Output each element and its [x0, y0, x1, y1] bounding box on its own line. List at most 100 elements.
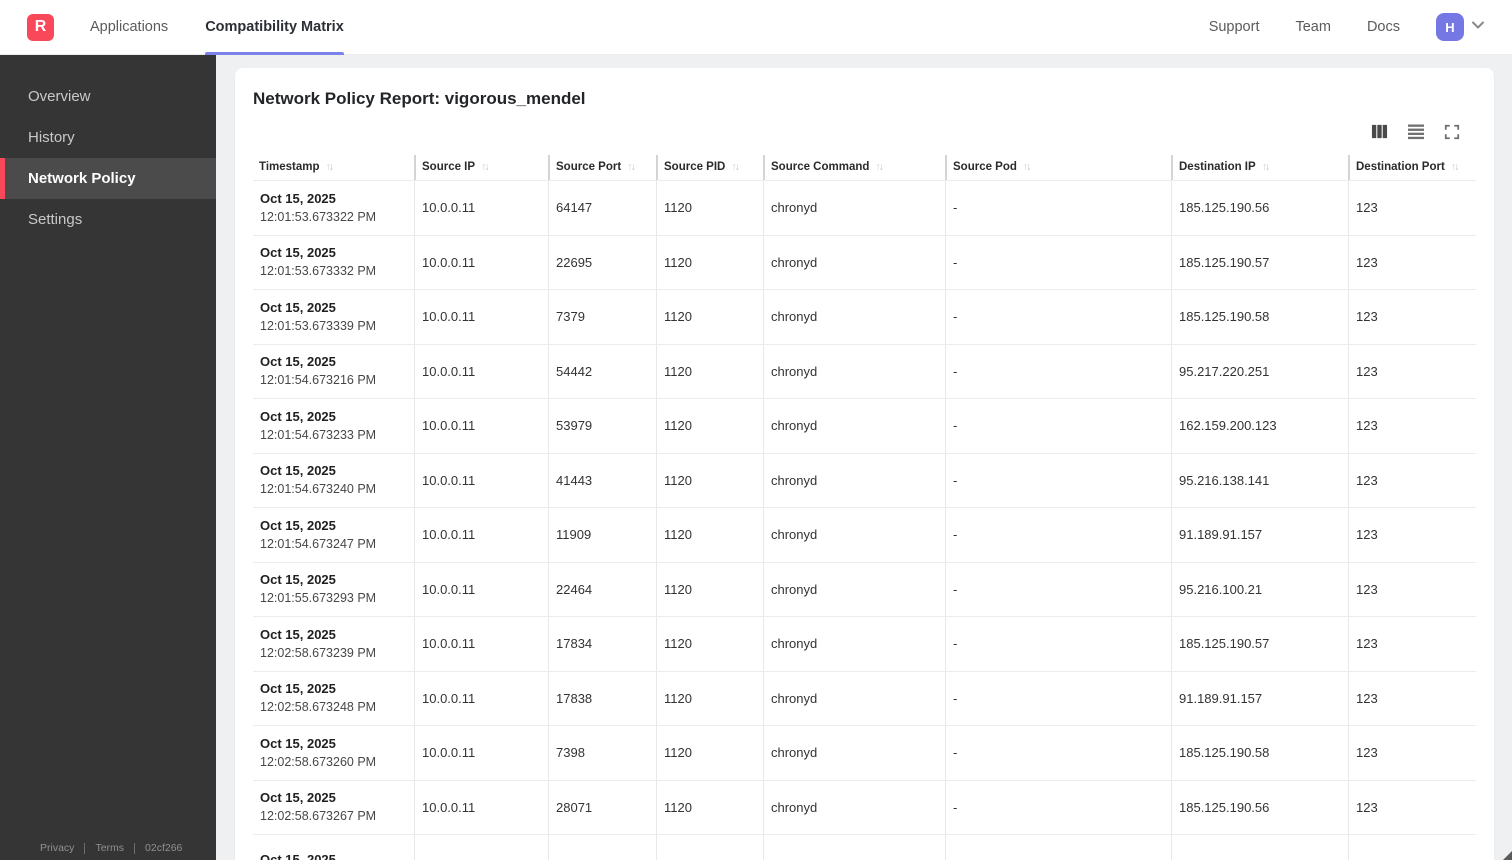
cell-destination_ip: 185.125.190.57: [1171, 235, 1348, 289]
timestamp-date: Oct 15, 2025: [260, 626, 336, 642]
cell-destination_port: [1348, 835, 1476, 860]
user-menu[interactable]: H: [1436, 13, 1486, 41]
sidebar-item-settings[interactable]: Settings: [0, 199, 216, 240]
resize-grip[interactable]: [1503, 851, 1512, 860]
timestamp-time: 12:01:53.673339 PM: [260, 318, 377, 333]
rows-view-button[interactable]: [1407, 124, 1425, 143]
app-logo[interactable]: R: [27, 13, 54, 41]
cell-timestamp: Oct 15, 2025 12:02:58.673248 PM: [253, 672, 414, 726]
avatar[interactable]: H: [1436, 13, 1464, 41]
sort-icon[interactable]: ↑↓: [627, 162, 636, 173]
cell-source_ip: 10.0.0.11: [414, 181, 548, 235]
cell-timestamp: Oct 15, 2025 12:01:54.673233 PM: [253, 399, 414, 453]
table-toolbar: [253, 124, 1476, 142]
cell-source_pid: 1120: [656, 290, 763, 344]
cell-destination_ip: 162.159.200.123: [1171, 399, 1348, 453]
cell-source_command: chronyd: [763, 780, 945, 834]
cell-source_port: [548, 835, 656, 860]
cell-source_command: chronyd: [763, 399, 945, 453]
sort-icon[interactable]: ↑↓: [875, 162, 884, 173]
timestamp-date: Oct 15, 2025: [260, 408, 336, 424]
table-row: Oct 15, 2025 12:02:58.673260 PM 10.0.0.11 7…: [253, 726, 1476, 781]
sort-icon[interactable]: ↑↓: [1451, 162, 1460, 173]
cell-source_port: 17834: [548, 617, 656, 671]
cell-destination_port: 123: [1348, 562, 1476, 616]
cell-source_command: chronyd: [763, 562, 945, 616]
chevron-down-icon[interactable]: [1470, 17, 1486, 38]
cell-destination_ip: 95.216.138.141: [1171, 453, 1348, 507]
cell-destination_ip: 185.125.190.57: [1171, 617, 1348, 671]
cell-source_port: 54442: [548, 344, 656, 398]
column-header-source-pod[interactable]: Source Pod ↑↓: [945, 155, 1171, 180]
sort-icon[interactable]: ↑↓: [326, 162, 335, 173]
column-header-source-ip[interactable]: Source IP ↑↓: [414, 155, 548, 180]
nav-link-docs[interactable]: Docs: [1367, 19, 1400, 35]
sidebar-item-overview[interactable]: Overview: [0, 76, 216, 117]
timestamp-time: 12:02:58.673267 PM: [260, 809, 377, 824]
cell-timestamp: Oct 15, 2025 12:01:55.673293 PM: [253, 563, 414, 617]
column-header-label: Timestamp: [259, 161, 320, 173]
timestamp-time: 12:01:53.673322 PM: [260, 209, 377, 224]
cell-source_command: chronyd: [763, 181, 945, 235]
cell-source_command: chronyd: [763, 617, 945, 671]
column-header-destination-ip[interactable]: Destination IP ↑↓: [1171, 155, 1348, 180]
cell-source_pod: -: [945, 290, 1171, 344]
terms-link[interactable]: Terms: [95, 842, 124, 854]
timestamp-date: Oct 15, 2025: [260, 790, 336, 806]
sidebar-item-history[interactable]: History: [0, 117, 216, 158]
cell-source_pid: 1120: [656, 453, 763, 507]
cell-source_port: 7379: [548, 290, 656, 344]
columns-view-button[interactable]: [1371, 123, 1388, 143]
cell-source_pid: 1120: [656, 562, 763, 616]
table-row: Oct 15, 2025: [253, 835, 1476, 860]
cell-source_ip: 10.0.0.11: [414, 780, 548, 834]
cell-source_port: 28071: [548, 780, 656, 834]
nav-tab-applications[interactable]: Applications: [90, 0, 168, 55]
nav-tab-compatibility-matrix[interactable]: Compatibility Matrix: [205, 0, 344, 55]
nav-link-support[interactable]: Support: [1209, 19, 1260, 35]
column-header-label: Source IP: [422, 161, 476, 173]
timestamp-date: Oct 15, 2025: [260, 681, 336, 697]
fullscreen-button[interactable]: [1444, 124, 1460, 143]
column-header-source-command[interactable]: Source Command ↑↓: [763, 155, 945, 180]
timestamp-date: Oct 15, 2025: [260, 735, 336, 751]
cell-destination_port: 123: [1348, 399, 1476, 453]
sort-icon[interactable]: ↑↓: [1023, 162, 1032, 173]
active-tab-underline: [205, 51, 344, 55]
cell-destination_ip: 95.217.220.251: [1171, 344, 1348, 398]
column-header-source-pid[interactable]: Source PID ↑↓: [656, 155, 763, 180]
timestamp-time: 12:02:58.673239 PM: [260, 645, 377, 660]
column-header-source-port[interactable]: Source Port ↑↓: [548, 155, 656, 180]
cell-source_pid: 1120: [656, 399, 763, 453]
cell-destination_port: 123: [1348, 290, 1476, 344]
cell-destination_port: 123: [1348, 181, 1476, 235]
nav-link-team[interactable]: Team: [1295, 19, 1330, 35]
top-navbar: R Applications Compatibility Matrix Suppo…: [0, 0, 1512, 55]
cell-source_ip: 10.0.0.11: [414, 235, 548, 289]
cell-source_ip: 10.0.0.11: [414, 726, 548, 780]
privacy-link[interactable]: Privacy: [40, 842, 74, 854]
sidebar-item-network-policy[interactable]: Network Policy: [0, 158, 216, 199]
cell-source_pid: [656, 835, 763, 860]
table-row: Oct 15, 2025 12:01:54.673240 PM 10.0.0.11 4…: [253, 453, 1476, 508]
column-header-timestamp[interactable]: Timestamp ↑↓: [253, 155, 414, 180]
sidebar: Overview History Network Policy Settings Pr…: [0, 55, 216, 860]
cell-source_command: chronyd: [763, 344, 945, 398]
sort-icon[interactable]: ↑↓: [731, 162, 740, 173]
cell-destination_ip: 185.125.190.56: [1171, 780, 1348, 834]
cell-destination_port: 123: [1348, 780, 1476, 834]
column-header-destination-port[interactable]: Destination Port ↑↓: [1348, 155, 1476, 180]
cell-source_command: chronyd: [763, 508, 945, 562]
sort-icon[interactable]: ↑↓: [481, 162, 490, 173]
cell-timestamp: Oct 15, 2025 12:01:54.673216 PM: [253, 345, 414, 399]
cell-source_command: [763, 835, 945, 860]
cell-destination_port: 123: [1348, 671, 1476, 725]
timestamp-date: Oct 15, 2025: [260, 463, 336, 479]
column-header-label: Source Port: [556, 161, 622, 173]
cell-source_pod: -: [945, 617, 1171, 671]
sidebar-footer: Privacy Terms 02cf266: [40, 842, 182, 854]
sort-icon[interactable]: ↑↓: [1262, 162, 1271, 173]
cell-timestamp: Oct 15, 2025 12:01:53.673339 PM: [253, 290, 414, 344]
cell-destination_ip: 185.125.190.58: [1171, 726, 1348, 780]
table-row: Oct 15, 2025 12:01:55.673293 PM 10.0.0.11 2…: [253, 562, 1476, 617]
